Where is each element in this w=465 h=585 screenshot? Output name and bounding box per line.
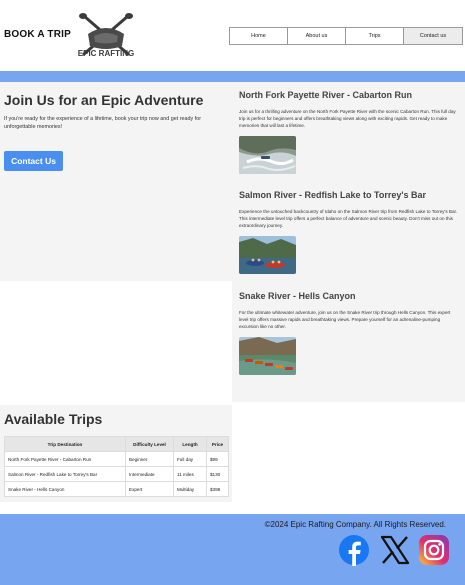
column-header: Length bbox=[173, 436, 207, 452]
trip-title: Snake River - Hells Canyon bbox=[239, 291, 356, 301]
table-cell: $130 bbox=[206, 466, 229, 482]
table-row: North Fork Payette River - Cabarton Run … bbox=[4, 451, 229, 467]
table-cell: 11 miles bbox=[173, 466, 207, 482]
trip-title: North Fork Payette River - Cabarton Run bbox=[239, 90, 413, 100]
nav-home[interactable]: Home bbox=[230, 28, 288, 44]
contact-us-button[interactable]: Contact Us bbox=[4, 151, 63, 171]
table-cell: Full day bbox=[173, 451, 207, 467]
table-row: Snake River - Hells Canyon Expert Multid… bbox=[4, 481, 229, 497]
trip-photo-salmon bbox=[239, 236, 296, 275]
table-cell: North Fork Payette River - Cabarton Run bbox=[4, 451, 126, 467]
available-trips-section: Available Trips Trip Destination Difficu… bbox=[0, 405, 232, 502]
trip-photo-payette bbox=[239, 136, 296, 175]
table-header-row: Trip Destination Difficulty Level Length… bbox=[4, 436, 229, 452]
column-header: Trip Destination bbox=[4, 436, 126, 452]
intro-text: If you're ready for the experience of a … bbox=[4, 116, 201, 131]
trips-section: North Fork Payette River - Cabarton Run … bbox=[232, 82, 465, 402]
intro-section: Join Us for an Epic Adventure If you're … bbox=[0, 82, 232, 281]
epic-rafting-logo[interactable]: EPIC RAFTING bbox=[78, 12, 134, 60]
trip-description: Experience the untouched backcountry of … bbox=[239, 209, 458, 229]
column-header: Price bbox=[206, 436, 229, 452]
trip-description: Join us for a thrilling adventure on the… bbox=[239, 109, 456, 129]
trip-photo-snake bbox=[239, 337, 296, 376]
main-nav: Home About us Trips Contact us bbox=[229, 27, 463, 45]
table-cell: Expert bbox=[125, 481, 174, 497]
table-cell: Intermediate bbox=[125, 466, 174, 482]
site-header: BOOK A TRIP EPIC RAFTING Home About us T… bbox=[0, 0, 465, 71]
nav-contact-us[interactable]: Contact us bbox=[404, 28, 462, 44]
available-trips-title: Available Trips bbox=[4, 411, 103, 427]
table-cell: Salmon River - Redfish Lake to Torrey's … bbox=[4, 466, 126, 482]
table-row: Salmon River - Redfish Lake to Torrey's … bbox=[4, 466, 229, 482]
instagram-icon[interactable] bbox=[418, 534, 450, 566]
nav-about-us[interactable]: About us bbox=[288, 28, 346, 44]
table-cell: Beginner bbox=[125, 451, 174, 467]
trip-card: Salmon River - Redfish Lake to Torrey's … bbox=[239, 190, 461, 275]
table-cell: $99 bbox=[206, 451, 229, 467]
book-a-trip-link[interactable]: BOOK A TRIP bbox=[4, 29, 71, 40]
intro-title: Join Us for an Epic Adventure bbox=[4, 92, 204, 108]
copyright-text: ©2024 Epic Rafting Company. All Rights R… bbox=[264, 520, 446, 529]
table-cell: Snake River - Hells Canyon bbox=[4, 481, 126, 497]
trip-card: North Fork Payette River - Cabarton Run … bbox=[239, 90, 461, 175]
table-cell: $399 bbox=[206, 481, 229, 497]
x-icon[interactable] bbox=[379, 534, 411, 566]
trip-title: Salmon River - Redfish Lake to Torrey's … bbox=[239, 190, 427, 200]
column-header: Difficulty Level bbox=[125, 436, 174, 452]
trip-description: For the ultimate whitewater adventure, j… bbox=[239, 310, 451, 330]
nav-trips[interactable]: Trips bbox=[346, 28, 404, 44]
trips-table: Trip Destination Difficulty Level Length… bbox=[4, 436, 229, 497]
table-cell: Multiday bbox=[173, 481, 207, 497]
facebook-icon[interactable] bbox=[338, 534, 370, 566]
site-footer: ©2024 Epic Rafting Company. All Rights R… bbox=[0, 514, 465, 585]
logo-text: EPIC RAFTING bbox=[78, 49, 134, 58]
trip-card: Snake River - Hells Canyon For the ultim… bbox=[239, 291, 461, 376]
header-divider-band bbox=[0, 71, 465, 82]
